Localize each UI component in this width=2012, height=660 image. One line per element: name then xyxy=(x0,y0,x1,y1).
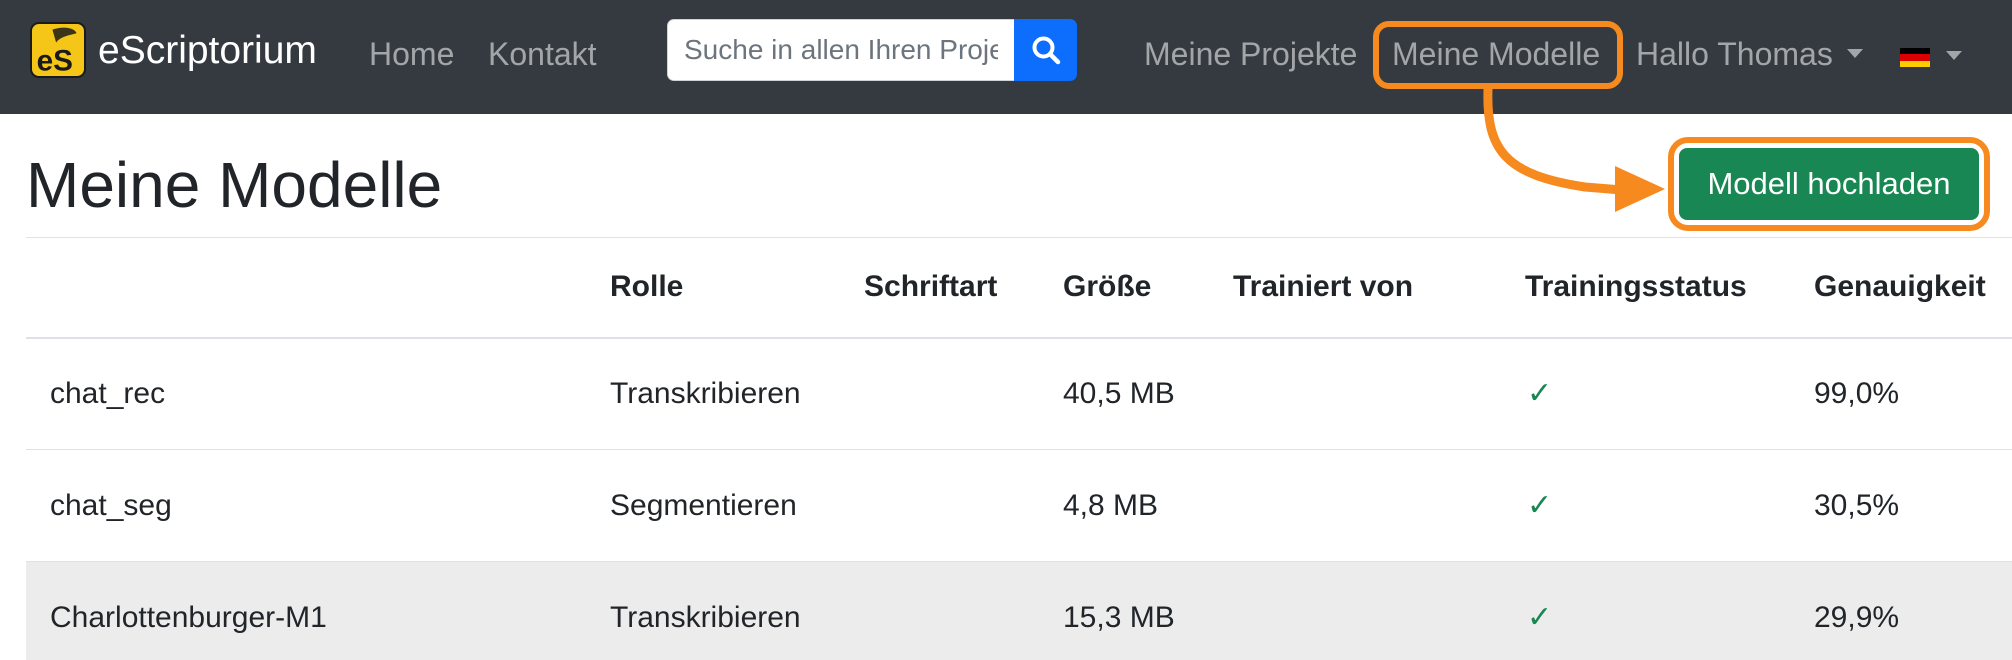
check-icon: ✓ xyxy=(1527,489,1553,522)
nav-highlight-annotation xyxy=(1373,21,1623,89)
upload-model-button[interactable]: Modell hochladen xyxy=(1679,148,1979,220)
model-accuracy: 30,5% xyxy=(1814,449,2012,562)
model-size: 4,8 MB xyxy=(1063,449,1233,562)
table-row[interactable]: Charlottenburger-M1 Transkribieren 15,3 … xyxy=(26,561,2012,660)
model-script xyxy=(864,449,1063,562)
search-icon xyxy=(1032,36,1061,65)
user-menu-dropdown[interactable]: Hallo Thomas xyxy=(1636,34,1863,74)
column-header-trained-by: Trainiert von xyxy=(1233,237,1525,339)
logo-graphic: eS xyxy=(37,27,77,76)
model-size: 15,3 MB xyxy=(1063,561,1233,660)
search-input[interactable] xyxy=(667,19,1014,81)
model-script xyxy=(864,337,1063,450)
table-header-row: Rolle Schriftart Größe Trainiert von Tra… xyxy=(26,237,2012,339)
model-role: Transkribieren xyxy=(610,337,864,450)
check-icon: ✓ xyxy=(1527,601,1553,634)
column-header-name xyxy=(26,237,610,339)
table-row[interactable]: chat_rec Transkribieren 40,5 MB ✓ 99,0% xyxy=(26,337,2012,450)
models-table: Rolle Schriftart Größe Trainiert von Tra… xyxy=(26,237,2012,660)
model-trained-by xyxy=(1233,337,1525,450)
model-size: 40,5 MB xyxy=(1063,337,1233,450)
column-header-script: Schriftart xyxy=(864,237,1063,339)
nav-contact-link[interactable]: Kontakt xyxy=(488,34,597,74)
check-icon: ✓ xyxy=(1527,377,1553,411)
page-title: Meine Modelle xyxy=(26,149,443,221)
model-trained-by xyxy=(1233,449,1525,562)
column-header-size: Größe xyxy=(1063,237,1233,339)
model-name[interactable]: Charlottenburger-M1 xyxy=(26,561,610,660)
german-flag-icon[interactable] xyxy=(1900,48,1930,67)
model-role: Segmentieren xyxy=(610,449,864,562)
search-button[interactable] xyxy=(1014,19,1077,81)
model-name[interactable]: chat_rec xyxy=(26,337,610,450)
column-header-role: Rolle xyxy=(610,237,864,339)
model-script xyxy=(864,561,1063,660)
table-row[interactable]: chat_seg Segmentieren 4,8 MB ✓ 30,5% xyxy=(26,449,2012,562)
escriptorium-logo[interactable]: eS xyxy=(30,22,86,78)
model-accuracy: 99,0% xyxy=(1814,337,2012,450)
nav-my-projects-link[interactable]: Meine Projekte xyxy=(1144,34,1357,74)
column-header-accuracy: Genauigkeit xyxy=(1814,237,2012,339)
model-role: Transkribieren xyxy=(610,561,864,660)
user-greeting: Hallo Thomas xyxy=(1636,36,1833,72)
model-trained-by xyxy=(1233,561,1525,660)
logo-text: eS xyxy=(37,44,73,76)
chevron-down-icon xyxy=(1846,49,1863,59)
language-chevron-down-icon[interactable] xyxy=(1946,51,1962,60)
column-header-training-status: Trainingsstatus xyxy=(1525,237,1814,339)
nav-home-link[interactable]: Home xyxy=(369,34,454,74)
model-accuracy: 29,9% xyxy=(1814,561,2012,660)
brand-name[interactable]: eScriptorium xyxy=(98,28,317,74)
model-name[interactable]: chat_seg xyxy=(26,449,610,562)
top-navbar: eS eScriptorium Home Kontakt Meine Proje… xyxy=(0,0,2012,114)
